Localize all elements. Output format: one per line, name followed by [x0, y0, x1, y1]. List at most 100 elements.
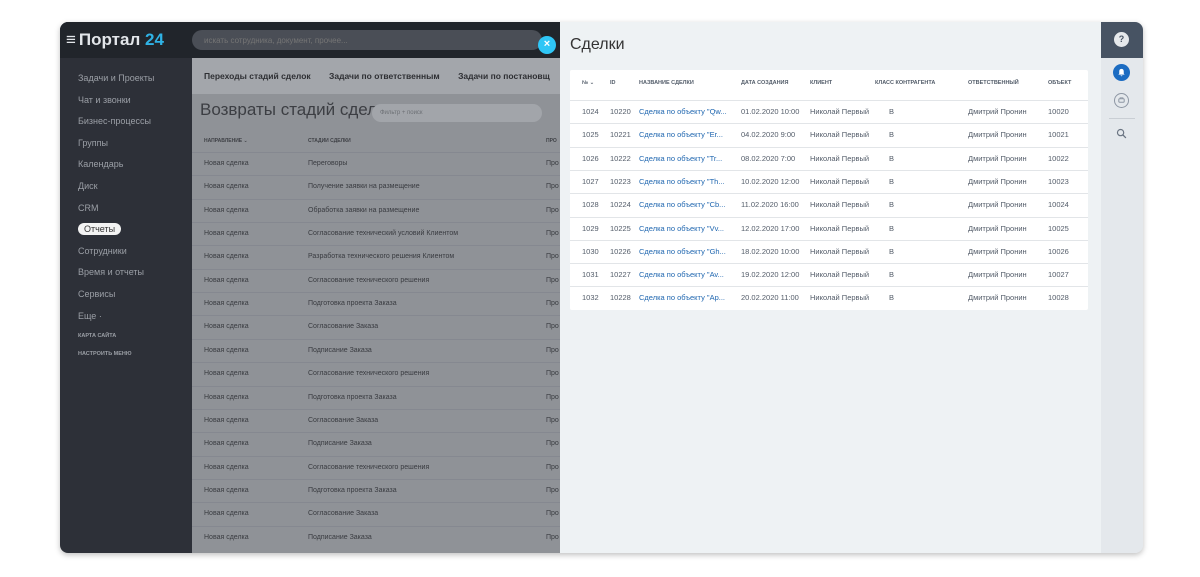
- sidebar-item-chat[interactable]: Чат и звонки: [78, 90, 188, 112]
- close-slider-button[interactable]: ×: [538, 36, 556, 54]
- cell-deal-name[interactable]: Сделка по объекту "Cb...: [639, 200, 725, 209]
- deal-row[interactable]: 1025 10221 Сделка по объекту "Er... 04.02.2…: [570, 123, 1088, 146]
- report-row[interactable]: Новая сделка Обработка заявки на размещен…: [192, 198, 560, 222]
- report-row[interactable]: Новая сделка Согласование технического ре…: [192, 362, 560, 385]
- portal-logo[interactable]: ≡ Портал 24: [66, 30, 164, 50]
- sidebar-item-groups[interactable]: Группы: [78, 133, 188, 155]
- cell-client: Николай Первый: [810, 107, 870, 116]
- cell-responsible: Дмитрий Пронин: [968, 223, 1027, 233]
- report-row[interactable]: Новая сделка Согласование технического ре…: [192, 455, 560, 479]
- cell-deal-name[interactable]: Сделка по объекту "Av...: [639, 270, 724, 279]
- report-filter[interactable]: Фильтр + поиск: [372, 104, 542, 122]
- report-row[interactable]: Новая сделка Подписание Заказа Про: [192, 525, 560, 549]
- cell-direction: Новая сделка: [204, 276, 249, 284]
- chat-icon[interactable]: [1114, 93, 1129, 108]
- sidebar-item-bizproc[interactable]: Бизнес-процессы: [78, 111, 188, 133]
- col-number[interactable]: № ⌄: [582, 80, 594, 86]
- report-row[interactable]: Новая сделка Подготовка проекта Заказа Про: [192, 292, 560, 315]
- report-row[interactable]: Новая сделка Согласование технического ре…: [192, 268, 560, 292]
- sitemap-link[interactable]: КАРТА САЙТА: [78, 327, 188, 345]
- report-row[interactable]: Новая сделка Согласование Заказа Про: [192, 502, 560, 525]
- report-row[interactable]: Новая сделка Согласование Заказа Про: [192, 408, 560, 432]
- report-row[interactable]: Новая сделка Переговоры Про: [192, 152, 560, 175]
- help-icon[interactable]: ?: [1114, 32, 1129, 47]
- cell-direction: Новая сделка: [204, 206, 249, 214]
- report-row[interactable]: Новая сделка Подготовка проекта Заказа Про: [192, 385, 560, 409]
- cell-pro: Про: [546, 510, 559, 518]
- cell-client: Николай Первый: [810, 153, 870, 163]
- cell-deal-name[interactable]: Сделка по объекту "Ap...: [639, 293, 725, 302]
- col-direction[interactable]: НАПРАВЛЕНИЕ ⌄: [204, 138, 248, 144]
- report-row[interactable]: Новая сделка Согласование Заказа Про: [192, 315, 560, 338]
- cell-pro: Про: [546, 370, 559, 378]
- cell-class: B: [889, 176, 895, 186]
- deal-row[interactable]: 1028 10224 Сделка по объекту "Cb... 11.02.2…: [570, 193, 1088, 216]
- cell-deal-name[interactable]: Сделка по объекту "Vv...: [639, 224, 724, 233]
- menu-icon[interactable]: ≡: [66, 30, 76, 49]
- sidebar-item-services[interactable]: Сервисы: [78, 284, 188, 306]
- report-row[interactable]: Новая сделка Подготовка проекта Заказа Про: [192, 478, 560, 502]
- sidebar-item-more[interactable]: Еще ·: [78, 306, 188, 328]
- report-row[interactable]: Новая сделка Разработка технического реше…: [192, 245, 560, 268]
- cell-client: Николай Первый: [810, 246, 870, 256]
- cell-pro: Про: [546, 276, 559, 284]
- col-pro[interactable]: ПРО: [546, 138, 557, 144]
- sidebar-item-calendar[interactable]: Календарь: [78, 154, 188, 176]
- sidebar-item-crm[interactable]: CRM: [78, 198, 188, 220]
- col-class[interactable]: КЛАСС КОНТРАГЕНТА: [875, 80, 935, 86]
- tab-tasks-by-responsible[interactable]: Задачи по ответственным: [329, 58, 440, 94]
- cell-created: 11.02.2020 16:00: [741, 200, 799, 210]
- cell-client: Николай Первый: [810, 200, 870, 210]
- report-row[interactable]: Новая сделка Подписание Заказа Про: [192, 338, 560, 362]
- cell-direction: Новая сделка: [204, 370, 249, 378]
- tab-tasks-by-creator[interactable]: Задачи по постановщ: [458, 58, 550, 94]
- report-row[interactable]: Новая сделка Получение заявки на размещен…: [192, 175, 560, 198]
- cell-created: 20.02.2020 11:00: [741, 293, 799, 303]
- col-id[interactable]: ID: [610, 80, 616, 86]
- sidebar-item-tasks[interactable]: Задачи и Проекты: [78, 68, 188, 90]
- cell-deal-name[interactable]: Сделка по объекту "Tr...: [639, 154, 722, 163]
- cell-id: 10222: [610, 153, 631, 163]
- cell-id: 10228: [610, 293, 631, 303]
- cell-object: 10022: [1048, 153, 1069, 163]
- sidebar-item-reports[interactable]: Отчеты: [78, 219, 188, 241]
- col-object[interactable]: ОБЪЕКТ: [1048, 80, 1071, 86]
- cell-client: Николай Первый: [810, 223, 870, 233]
- deal-row[interactable]: 1031 10227 Сделка по объекту "Av... 19.02.2…: [570, 263, 1088, 286]
- cell-deal-name[interactable]: Сделка по объекту "Er...: [639, 130, 723, 139]
- cell-deal-name[interactable]: Сделка по объекту "Qw...: [639, 107, 727, 116]
- col-stages[interactable]: СТАДИИ СДЕЛКИ: [308, 138, 351, 144]
- deal-row[interactable]: 1024 10220 Сделка по объекту "Qw... 01.02.2…: [570, 100, 1088, 123]
- cell-number: 1026: [582, 153, 599, 163]
- report-row[interactable]: Новая сделка Согласование технический усл…: [192, 222, 560, 245]
- deal-row[interactable]: 1026 10222 Сделка по объекту "Tr... 08.02.2…: [570, 146, 1088, 170]
- cell-id: 10225: [610, 223, 631, 233]
- global-search[interactable]: [192, 30, 542, 51]
- help-area: ?: [1101, 22, 1143, 58]
- customize-menu-link[interactable]: НАСТРОИТЬ МЕНЮ: [78, 345, 188, 363]
- cell-pro: Про: [546, 346, 559, 354]
- cell-created: 10.02.2020 12:00: [741, 176, 800, 186]
- search-icon[interactable]: [1116, 126, 1127, 144]
- col-deal-name[interactable]: НАЗВАНИЕ СДЕЛКИ: [639, 80, 694, 86]
- search-input[interactable]: [192, 30, 542, 51]
- col-created[interactable]: ДАТА СОЗДАНИЯ: [741, 80, 788, 86]
- cell-deal-name[interactable]: Сделка по объекту "Gh...: [639, 247, 726, 256]
- deal-row[interactable]: 1029 10225 Сделка по объекту "Vv... 12.02.2…: [570, 216, 1088, 240]
- tab-stage-transitions[interactable]: Переходы стадий сделок: [204, 58, 311, 94]
- deal-row[interactable]: 1027 10223 Сделка по объекту "Th... 10.02.2…: [570, 169, 1088, 193]
- cell-direction: Новая сделка: [204, 463, 249, 471]
- cell-deal-name[interactable]: Сделка по объекту "Th...: [639, 177, 725, 186]
- cell-created: 04.02.2020 9:00: [741, 130, 796, 140]
- report-row[interactable]: Новая сделка Подписание Заказа Про: [192, 432, 560, 455]
- col-responsible[interactable]: ОТВЕТСТВЕННЫЙ: [968, 80, 1019, 86]
- deal-row[interactable]: 1032 10228 Сделка по объекту "Ap... 20.02.2…: [570, 286, 1088, 309]
- sidebar-item-time[interactable]: Время и отчеты: [78, 262, 188, 284]
- cell-id: 10227: [610, 270, 631, 280]
- deal-row[interactable]: 1030 10226 Сделка по объекту "Gh... 18.02.2…: [570, 239, 1088, 263]
- col-client[interactable]: КЛИЕНТ: [810, 80, 832, 86]
- bell-icon[interactable]: [1113, 64, 1130, 81]
- cell-stage: Согласование технический условий Клиенто…: [308, 230, 459, 238]
- sidebar-item-disk[interactable]: Диск: [78, 176, 188, 198]
- sidebar-item-employees[interactable]: Сотрудники: [78, 241, 188, 263]
